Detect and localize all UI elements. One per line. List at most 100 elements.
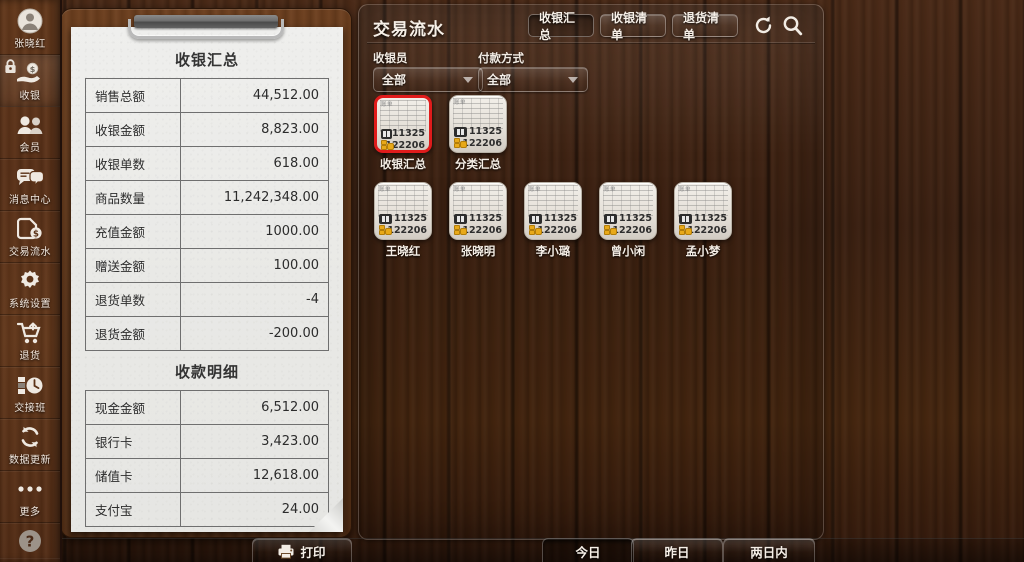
row-value: -4 — [180, 282, 329, 317]
sidebar-item-label-members: 会员 — [19, 143, 41, 154]
help-question-icon: ? — [15, 528, 45, 554]
range-two-days-button[interactable]: 两日内 — [723, 538, 815, 562]
bill-count-icon — [529, 213, 542, 224]
card-count: 11325 — [393, 213, 427, 224]
card-thumbnail[interactable]: 账单 11325 122206 — [524, 182, 582, 240]
card-thumbnail[interactable]: 账单 11325 122206 — [449, 182, 507, 240]
row-value: 3,423.00 — [180, 424, 329, 459]
card-label: 收银汇总 — [380, 157, 426, 171]
sidebar-item-settings[interactable]: 系统设置 — [0, 263, 60, 315]
row-value: 24.00 — [180, 492, 329, 527]
card-thumbnail[interactable]: 账单 11325 122206 — [374, 95, 432, 153]
card-thumbnail[interactable]: 账单 11325 122206 — [674, 182, 732, 240]
card-count: 11325 — [618, 213, 652, 224]
card-thumbnail[interactable]: 账单 11325 122206 — [599, 182, 657, 240]
range-today-button[interactable]: 今日 — [542, 538, 634, 562]
row-label: 赠送金额 — [85, 248, 181, 283]
receipt-section2-title: 收款明细 — [174, 363, 239, 381]
print-button-label: 打印 — [300, 544, 326, 560]
summary-card[interactable]: 账单 11325 122206 张晓明 — [448, 182, 508, 259]
search-icon[interactable] — [782, 15, 803, 40]
sidebar-item-returns[interactable]: 退货 — [0, 315, 60, 367]
bottom-toolbar: 打印 今日 昨日 两日内 — [0, 538, 1024, 562]
row-value: 6,512.00 — [180, 390, 329, 425]
bill-count-icon — [379, 213, 392, 224]
page-title: 交易流水 — [373, 20, 445, 40]
range-yesterday-button[interactable]: 昨日 — [631, 538, 723, 562]
sidebar-item-members[interactable]: 会员 — [0, 107, 60, 159]
card-row: 账单 11325 122206 王晓红 账单 11325 122206 张晓明 账单 11325 1… — [373, 182, 815, 259]
card-doc-label: 账单 — [529, 187, 542, 193]
card-label: 孟小梦 — [685, 244, 721, 258]
summary-card[interactable]: 账单 11325 122206 曾小闲 — [598, 182, 658, 259]
bill-count-icon — [454, 126, 467, 137]
payment-select[interactable]: 全部 — [478, 67, 588, 92]
row-label: 商品数量 — [85, 180, 181, 215]
row-value: -200.00 — [180, 316, 329, 351]
receipt-paper: 收银汇总 销售总额 44,512.00 收银金额 8,823.00 收银单数 618.00… — [71, 27, 343, 532]
tab-cashier-summary[interactable]: 收银汇总 — [528, 11, 594, 42]
sidebar-item-cashier[interactable]: $ 收银 — [0, 55, 60, 107]
tab-return-list[interactable]: 退货清单 — [672, 11, 738, 42]
sidebar-item-help[interactable]: ? — [0, 523, 60, 558]
row-label: 支付宝 — [85, 492, 181, 527]
table-row: 储值卡 12,618.00 — [85, 458, 329, 493]
sidebar-item-messages[interactable]: 消息中心 — [0, 159, 60, 211]
card-amount: 122206 — [462, 225, 502, 236]
row-label: 充值金额 — [85, 214, 181, 249]
coins-icon — [454, 225, 467, 236]
tab-cashier-list[interactable]: 收银清单 — [600, 11, 666, 42]
coins-icon — [381, 140, 394, 150]
summary-card[interactable]: 账单 11325 122206 王晓红 — [373, 182, 433, 259]
header-divider — [367, 42, 815, 43]
sidebar-item-label-datasync: 数据更新 — [9, 455, 51, 466]
filter-label-cashier: 收银员 — [373, 51, 408, 65]
card-amount: 122206 — [687, 225, 727, 236]
print-button[interactable]: 打印 — [252, 538, 352, 562]
refresh-icon[interactable] — [753, 15, 774, 40]
sidebar-item-more[interactable]: 更多 — [0, 471, 60, 523]
cashier-select[interactable]: 全部 — [373, 67, 483, 92]
summary-card[interactable]: 账单 11325 122206 李小璐 — [523, 182, 583, 259]
table-row: 销售总额 44,512.00 — [85, 78, 329, 113]
row-value: 1000.00 — [180, 214, 329, 249]
row-label: 退货金额 — [85, 316, 181, 351]
card-label: 曾小闲 — [610, 244, 646, 258]
card-doc-label: 账单 — [454, 187, 467, 193]
row-value: 100.00 — [180, 248, 329, 283]
card-grid: 账单 11325 122206 收银汇总 账单 11325 122206 分类汇总 账单 113… — [373, 95, 815, 269]
range-label: 两日内 — [750, 544, 788, 560]
range-label: 昨日 — [664, 544, 690, 560]
svg-text:?: ? — [26, 533, 35, 551]
receipt-payment-table: 现金金额 6,512.00 银行卡 3,423.00 储值卡 12,618.00 支付宝 24… — [85, 390, 329, 527]
summary-card[interactable]: 账单 11325 122206 孟小梦 — [673, 182, 733, 259]
members-icon — [15, 112, 45, 138]
card-amount: 122206 — [462, 138, 502, 149]
bill-count-icon — [604, 213, 617, 224]
sidebar-item-transactions[interactable]: $ 交易流水 — [0, 211, 60, 263]
card-count: 11325 — [391, 128, 425, 139]
row-value: 44,512.00 — [180, 78, 329, 113]
card-count: 11325 — [468, 213, 502, 224]
table-row: 收银金额 8,823.00 — [85, 112, 329, 147]
table-row: 退货单数 -4 — [85, 282, 329, 317]
card-thumbnail[interactable]: 账单 11325 122206 — [374, 182, 432, 240]
tab-label: 退货清单 — [683, 10, 720, 42]
card-thumbnail[interactable]: 账单 11325 122206 — [449, 95, 507, 153]
sidebar-item-shift[interactable]: 交接班 — [0, 367, 60, 419]
clipboard-clip — [128, 15, 284, 39]
card-count: 11325 — [693, 213, 727, 224]
receipt-clipboard: 收银汇总 销售总额 44,512.00 收银金额 8,823.00 收银单数 618.00… — [60, 8, 352, 538]
return-cart-icon — [15, 320, 45, 346]
card-label: 张晓明 — [460, 244, 496, 258]
summary-card[interactable]: 账单 11325 122206 收银汇总 — [373, 95, 433, 172]
row-label: 退货单数 — [85, 282, 181, 317]
summary-card[interactable]: 账单 11325 122206 分类汇总 — [448, 95, 508, 172]
table-row: 充值金额 1000.00 — [85, 214, 329, 249]
sidebar-user[interactable]: 张晓红 — [0, 0, 60, 55]
sidebar-item-datasync[interactable]: 数据更新 — [0, 419, 60, 471]
row-value: 11,242,348.00 — [180, 180, 329, 215]
chevron-down-icon — [463, 76, 473, 83]
card-count: 11325 — [543, 213, 577, 224]
sidebar-user-name: 张晓红 — [14, 39, 46, 50]
